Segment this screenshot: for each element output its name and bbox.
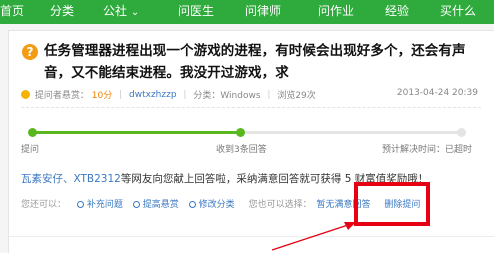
- reward-value: 10分: [91, 91, 113, 101]
- question-title: 任务管理器进程出现一个游戏的进程，有时候会出现好多个，还会有声音，又不能结束进程…: [44, 43, 466, 81]
- progress-track-todo: [241, 131, 461, 134]
- pencil-icon: [76, 201, 84, 208]
- coin-icon: [21, 90, 30, 99]
- asker-link[interactable]: dwtxzhzzp: [129, 90, 177, 100]
- nav-item-community[interactable]: 公社 ⌄: [103, 0, 139, 24]
- divider: |: [267, 89, 271, 100]
- answerer-links[interactable]: 瓦素安仔、XTB2312: [21, 173, 121, 185]
- step-label-asked: 提问: [21, 145, 40, 155]
- edit-icon: [188, 201, 196, 208]
- progress-track-done: [33, 131, 241, 134]
- nav-item-lawyer[interactable]: 问律师: [245, 0, 281, 24]
- nav-item-experience[interactable]: 经验: [385, 0, 409, 24]
- nav-item-homework[interactable]: 问作业: [318, 0, 354, 24]
- nav-item-community-label: 公社: [103, 4, 128, 18]
- actions-prefix: 您还可以：: [21, 200, 67, 210]
- add-detail-label: 补充问题: [86, 200, 123, 210]
- raise-reward-button[interactable]: 提高悬赏: [132, 197, 179, 210]
- progress-dot-answered: [236, 128, 245, 137]
- reward-label: 提问者悬赏：: [34, 91, 89, 101]
- annotation-arrow: [271, 222, 356, 251]
- step-label-deadline: 预计解决时间：已超时: [382, 145, 473, 155]
- progress-dot-asked: [28, 128, 37, 137]
- bottom-divider: [8, 236, 494, 237]
- category-label: 分类：Windows: [193, 91, 261, 101]
- chevron-down-icon: ⌄: [130, 7, 140, 18]
- progress-dot-resolved: [457, 128, 466, 137]
- question-mark-icon: ?: [22, 44, 38, 60]
- arrow-line: [271, 224, 349, 251]
- nav-item-doctor[interactable]: 问医生: [178, 0, 214, 24]
- edit-category-label: 修改分类: [198, 200, 235, 210]
- choose-label: 您也可以选择：: [248, 200, 312, 210]
- nav-item-category[interactable]: 分类: [50, 0, 74, 24]
- coin-plus-icon: [132, 201, 140, 208]
- add-detail-button[interactable]: 补充问题: [76, 197, 123, 210]
- section-divider: [21, 107, 481, 108]
- divider: |: [119, 89, 123, 100]
- step-label-answered: 收到3条回答: [216, 145, 267, 155]
- nav-item-home[interactable]: 首页: [0, 0, 24, 24]
- question-date: 2013-04-24 20:39: [396, 88, 478, 98]
- edit-category-button[interactable]: 修改分类: [188, 197, 235, 210]
- divider: |: [183, 89, 187, 100]
- top-nav-bar: 首页 分类 公社 ⌄ 问医生 问律师 问作业 经验 买什么: [0, 0, 494, 24]
- question-card: ? 任务管理器进程出现一个游戏的进程，有时候会出现好多个，还会有声音，又不能结束…: [8, 30, 494, 253]
- question-meta: 提问者悬赏： 10分 | dwtxzhzzp | 分类：Windows | 浏览…: [21, 88, 316, 102]
- views-count: 浏览29次: [277, 91, 316, 101]
- raise-reward-label: 提高悬赏: [142, 200, 179, 210]
- highlight-box: [354, 182, 430, 226]
- nav-item-shopping[interactable]: 买什么: [440, 0, 476, 24]
